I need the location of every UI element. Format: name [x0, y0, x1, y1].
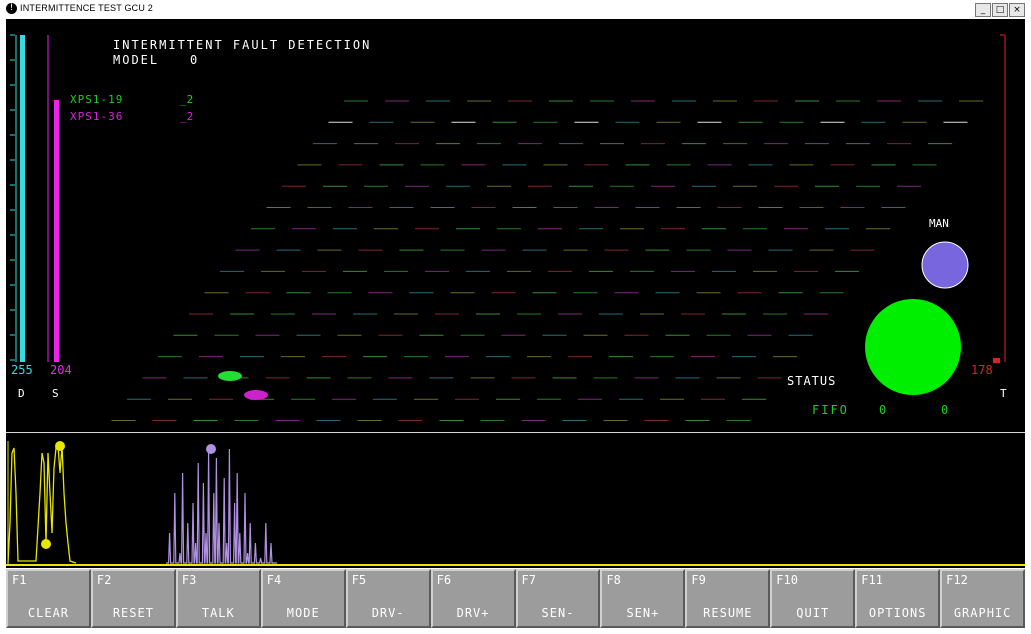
f6-drv-plus-button[interactable]: F6 DRV+ — [430, 569, 516, 628]
fifo-value-1: 0 — [879, 403, 886, 417]
fkey-code: F8 — [606, 573, 621, 587]
fkey-code: F9 — [691, 573, 706, 587]
status-indicator — [865, 299, 961, 395]
fault-detection-display: INTERMITTENT FAULT DETECTION MODEL 0 XPS… — [6, 19, 1025, 433]
f5-drv-minus-button[interactable]: F5 DRV- — [345, 569, 431, 628]
fkey-label: QUIT — [796, 606, 830, 620]
window-controls: _ □ × — [975, 3, 1025, 17]
channel-1-value: _2 — [180, 93, 193, 106]
d-level-bar — [20, 35, 25, 362]
f11-options-button[interactable]: F11 OPTIONS — [855, 569, 941, 628]
t-value: 178 — [971, 363, 993, 377]
trace-grid — [111, 100, 983, 421]
fkey-code: F4 — [266, 573, 282, 587]
t-label: T — [1000, 387, 1007, 400]
fkey-label: RESUME — [703, 606, 753, 620]
fkey-code: F6 — [436, 573, 452, 587]
fkey-label: GRAPHIC — [953, 606, 1012, 620]
fkey-code: F5 — [351, 573, 367, 587]
fkey-label: DRV+ — [456, 606, 490, 620]
fkey-code: F3 — [181, 573, 197, 587]
yellow-low-marker — [41, 539, 51, 549]
purple-peak-marker — [206, 444, 216, 454]
fkey-code: F2 — [96, 573, 112, 587]
f2-reset-button[interactable]: F2 RESET — [90, 569, 176, 628]
fkey-code: F10 — [776, 573, 798, 587]
channel-2-marker — [244, 390, 268, 400]
channel-2-value: _2 — [180, 110, 193, 123]
fkey-label: SEN- — [541, 606, 575, 620]
maximize-button[interactable]: □ — [992, 3, 1008, 17]
d-label: D — [18, 387, 25, 400]
man-indicator[interactable] — [921, 241, 969, 289]
app-icon[interactable]: ! — [6, 3, 17, 14]
channel-2-name: XPS1-36 — [70, 110, 123, 123]
channel-1-marker — [218, 371, 242, 381]
s-label: S — [52, 387, 59, 400]
title-bar[interactable]: ! INTERMITTENCE TEST GCU 2 _ □ × — [0, 0, 1031, 19]
s-value: 204 — [50, 363, 72, 377]
model-value: 0 — [190, 53, 197, 67]
fkey-code: F1 — [12, 573, 27, 587]
fkey-label: TALK — [201, 606, 235, 620]
fkey-label: CLEAR — [27, 606, 70, 620]
close-button[interactable]: × — [1009, 3, 1025, 17]
model-label: MODEL — [113, 53, 159, 67]
f8-sen-plus-button[interactable]: F8 SEN+ — [600, 569, 686, 628]
f10-quit-button[interactable]: F10 QUIT — [770, 569, 856, 628]
f7-sen-minus-button[interactable]: F7 SEN- — [515, 569, 601, 628]
level-ruler — [10, 34, 15, 361]
window-title: INTERMITTENCE TEST GCU 2 — [20, 3, 153, 13]
fkey-label: OPTIONS — [868, 606, 927, 620]
minimize-button[interactable]: _ — [975, 3, 991, 17]
f1-clear-button[interactable]: F1 CLEAR — [6, 569, 91, 628]
f9-resume-button[interactable]: F9 RESUME — [685, 569, 771, 628]
fifo-label: FIFO — [812, 403, 849, 417]
d-value: 255 — [11, 363, 33, 377]
fifo-value-2: 0 — [941, 403, 948, 417]
page-title: INTERMITTENT FAULT DETECTION — [113, 38, 371, 52]
fkey-label: DRV- — [371, 606, 405, 620]
status-label: STATUS — [787, 374, 836, 388]
fkey-code: F11 — [861, 573, 883, 587]
f4-mode-button[interactable]: F4 MODE — [260, 569, 346, 628]
s-level-bar — [54, 100, 59, 362]
fkey-label: MODE — [286, 606, 320, 620]
fkey-label: SEN+ — [626, 606, 660, 620]
channel-1-name: XPS1-19 — [70, 93, 123, 106]
purple-waveform — [166, 448, 278, 564]
t-level-marker — [993, 358, 1000, 363]
f12-graphic-button[interactable]: F12 GRAPHIC — [940, 569, 1026, 628]
fkey-code: F7 — [521, 573, 536, 587]
waveform-panel — [6, 433, 1025, 568]
fkey-label: RESET — [112, 606, 154, 620]
fkey-code: F12 — [946, 573, 968, 587]
function-key-bar: F1 CLEAR F2 RESET F3 TALK F4 MODE F5 DRV- F6 D… — [6, 569, 1026, 628]
man-label: MAN — [929, 217, 949, 230]
yellow-peak-marker — [55, 441, 65, 451]
f3-talk-button[interactable]: F3 TALK — [175, 569, 261, 628]
